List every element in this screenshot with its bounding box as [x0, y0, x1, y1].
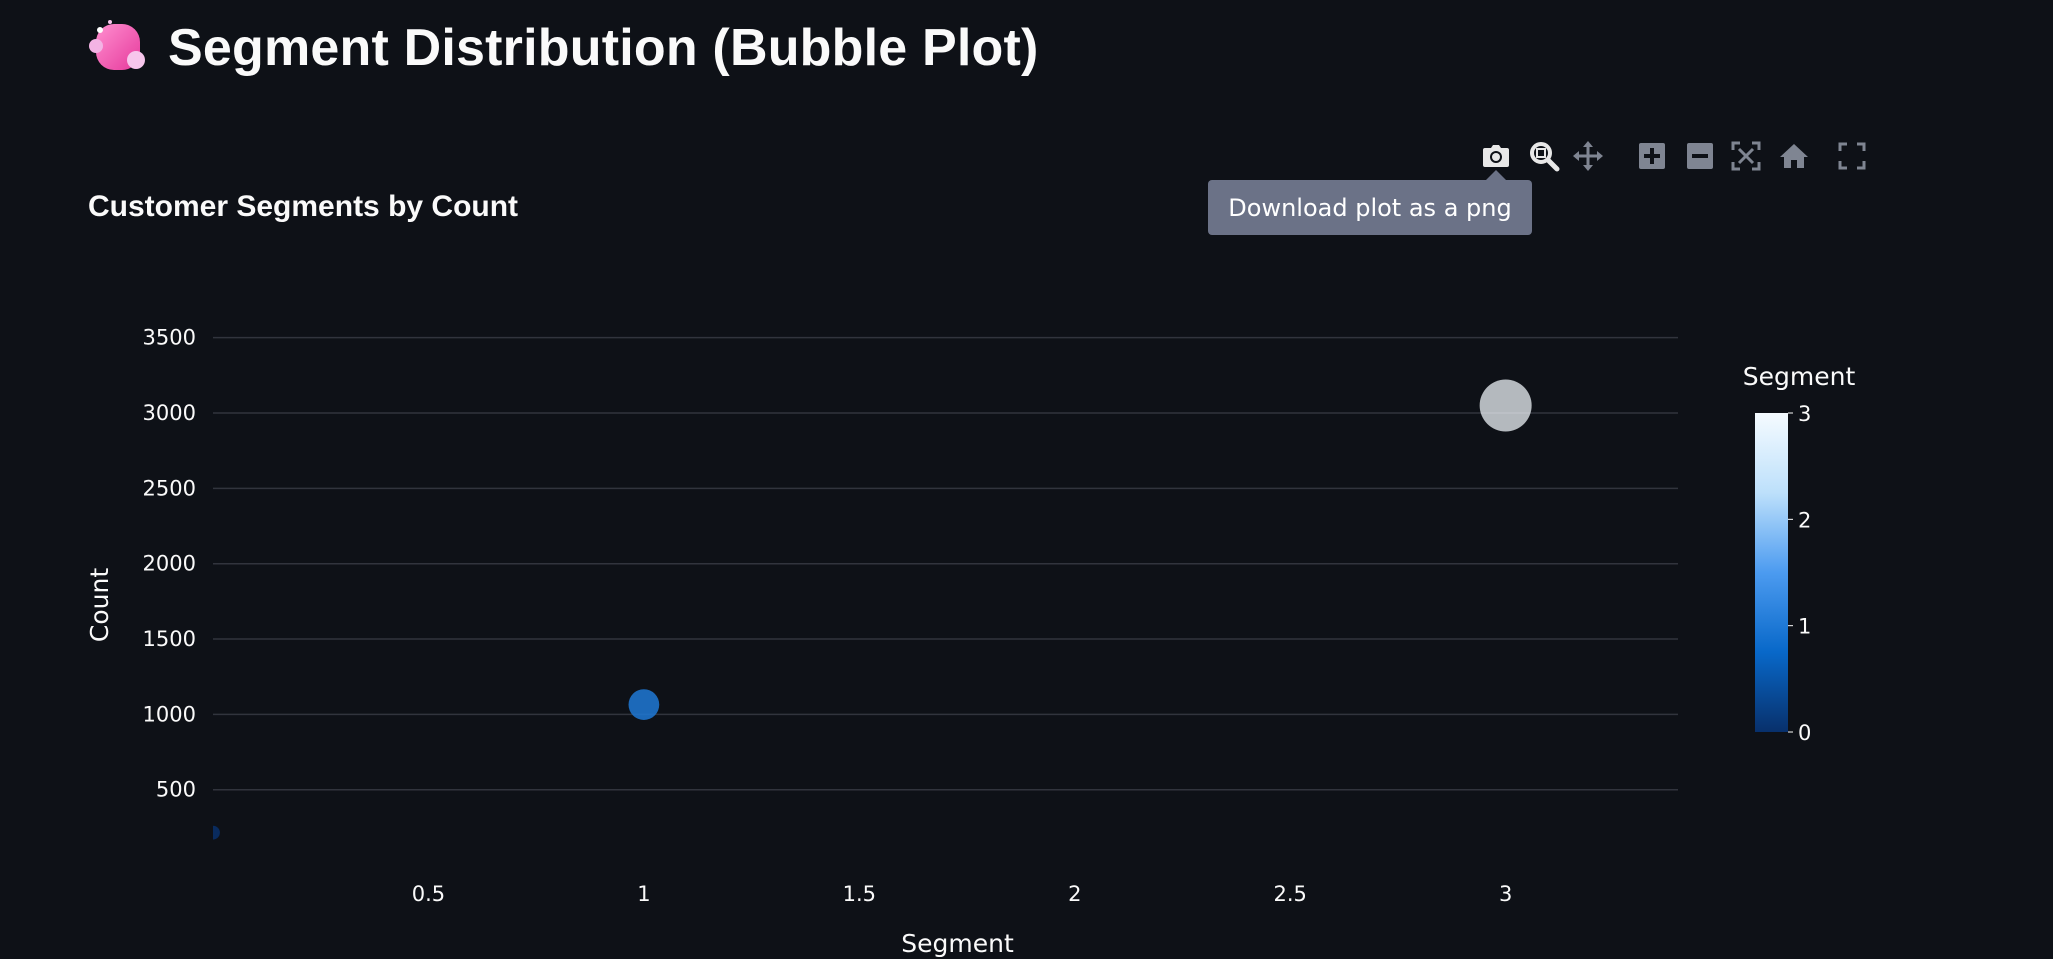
x-tick-label: 1	[637, 882, 650, 906]
zoom-out-icon[interactable]	[1680, 136, 1720, 176]
y-tick-label: 500	[156, 778, 196, 802]
autoscale-icon[interactable]	[1726, 136, 1766, 176]
colorbar-tick-label: 1	[1798, 615, 1811, 639]
x-tick-label: 1.5	[843, 882, 876, 906]
y-tick-label: 3500	[143, 326, 196, 350]
bubble-point[interactable]	[1479, 379, 1532, 432]
bubble-group	[206, 379, 1532, 840]
colorbar-tick-label: 0	[1798, 721, 1811, 745]
bubble-point[interactable]	[206, 825, 220, 840]
pan-icon[interactable]	[1568, 136, 1608, 176]
y-tick-label: 2500	[143, 476, 196, 500]
colorbar-tick-label: 2	[1798, 508, 1811, 532]
x-axis-title: Segment	[901, 929, 1014, 958]
x-tick-label: 2	[1068, 882, 1081, 906]
download-tooltip: Download plot as a png	[1208, 180, 1532, 235]
y-axis-title: Count	[85, 568, 114, 642]
zoom-icon[interactable]	[1524, 136, 1564, 176]
bubble-point[interactable]	[628, 689, 660, 720]
modebar	[1460, 136, 1900, 176]
colorbar-tick-label: 3	[1798, 402, 1811, 426]
reset-axes-icon[interactable]	[1774, 136, 1814, 176]
x-tick-label: 0.5	[412, 882, 445, 906]
x-tick-label: 2.5	[1274, 882, 1307, 906]
x-tick-label: 3	[1499, 882, 1512, 906]
y-tick-label: 2000	[143, 552, 196, 576]
fullscreen-icon[interactable]	[1832, 136, 1872, 176]
page: Segment Distribution (Bubble Plot) Custo…	[0, 0, 2053, 959]
colorbar	[1755, 413, 1788, 732]
zoom-in-icon[interactable]	[1632, 136, 1672, 176]
colorbar-title: Segment	[1743, 362, 1856, 391]
y-tick-label: 3000	[143, 401, 196, 425]
y-tick-label: 1500	[143, 627, 196, 651]
y-tick-label: 1000	[143, 702, 196, 726]
tooltip-arrow	[1486, 170, 1506, 180]
